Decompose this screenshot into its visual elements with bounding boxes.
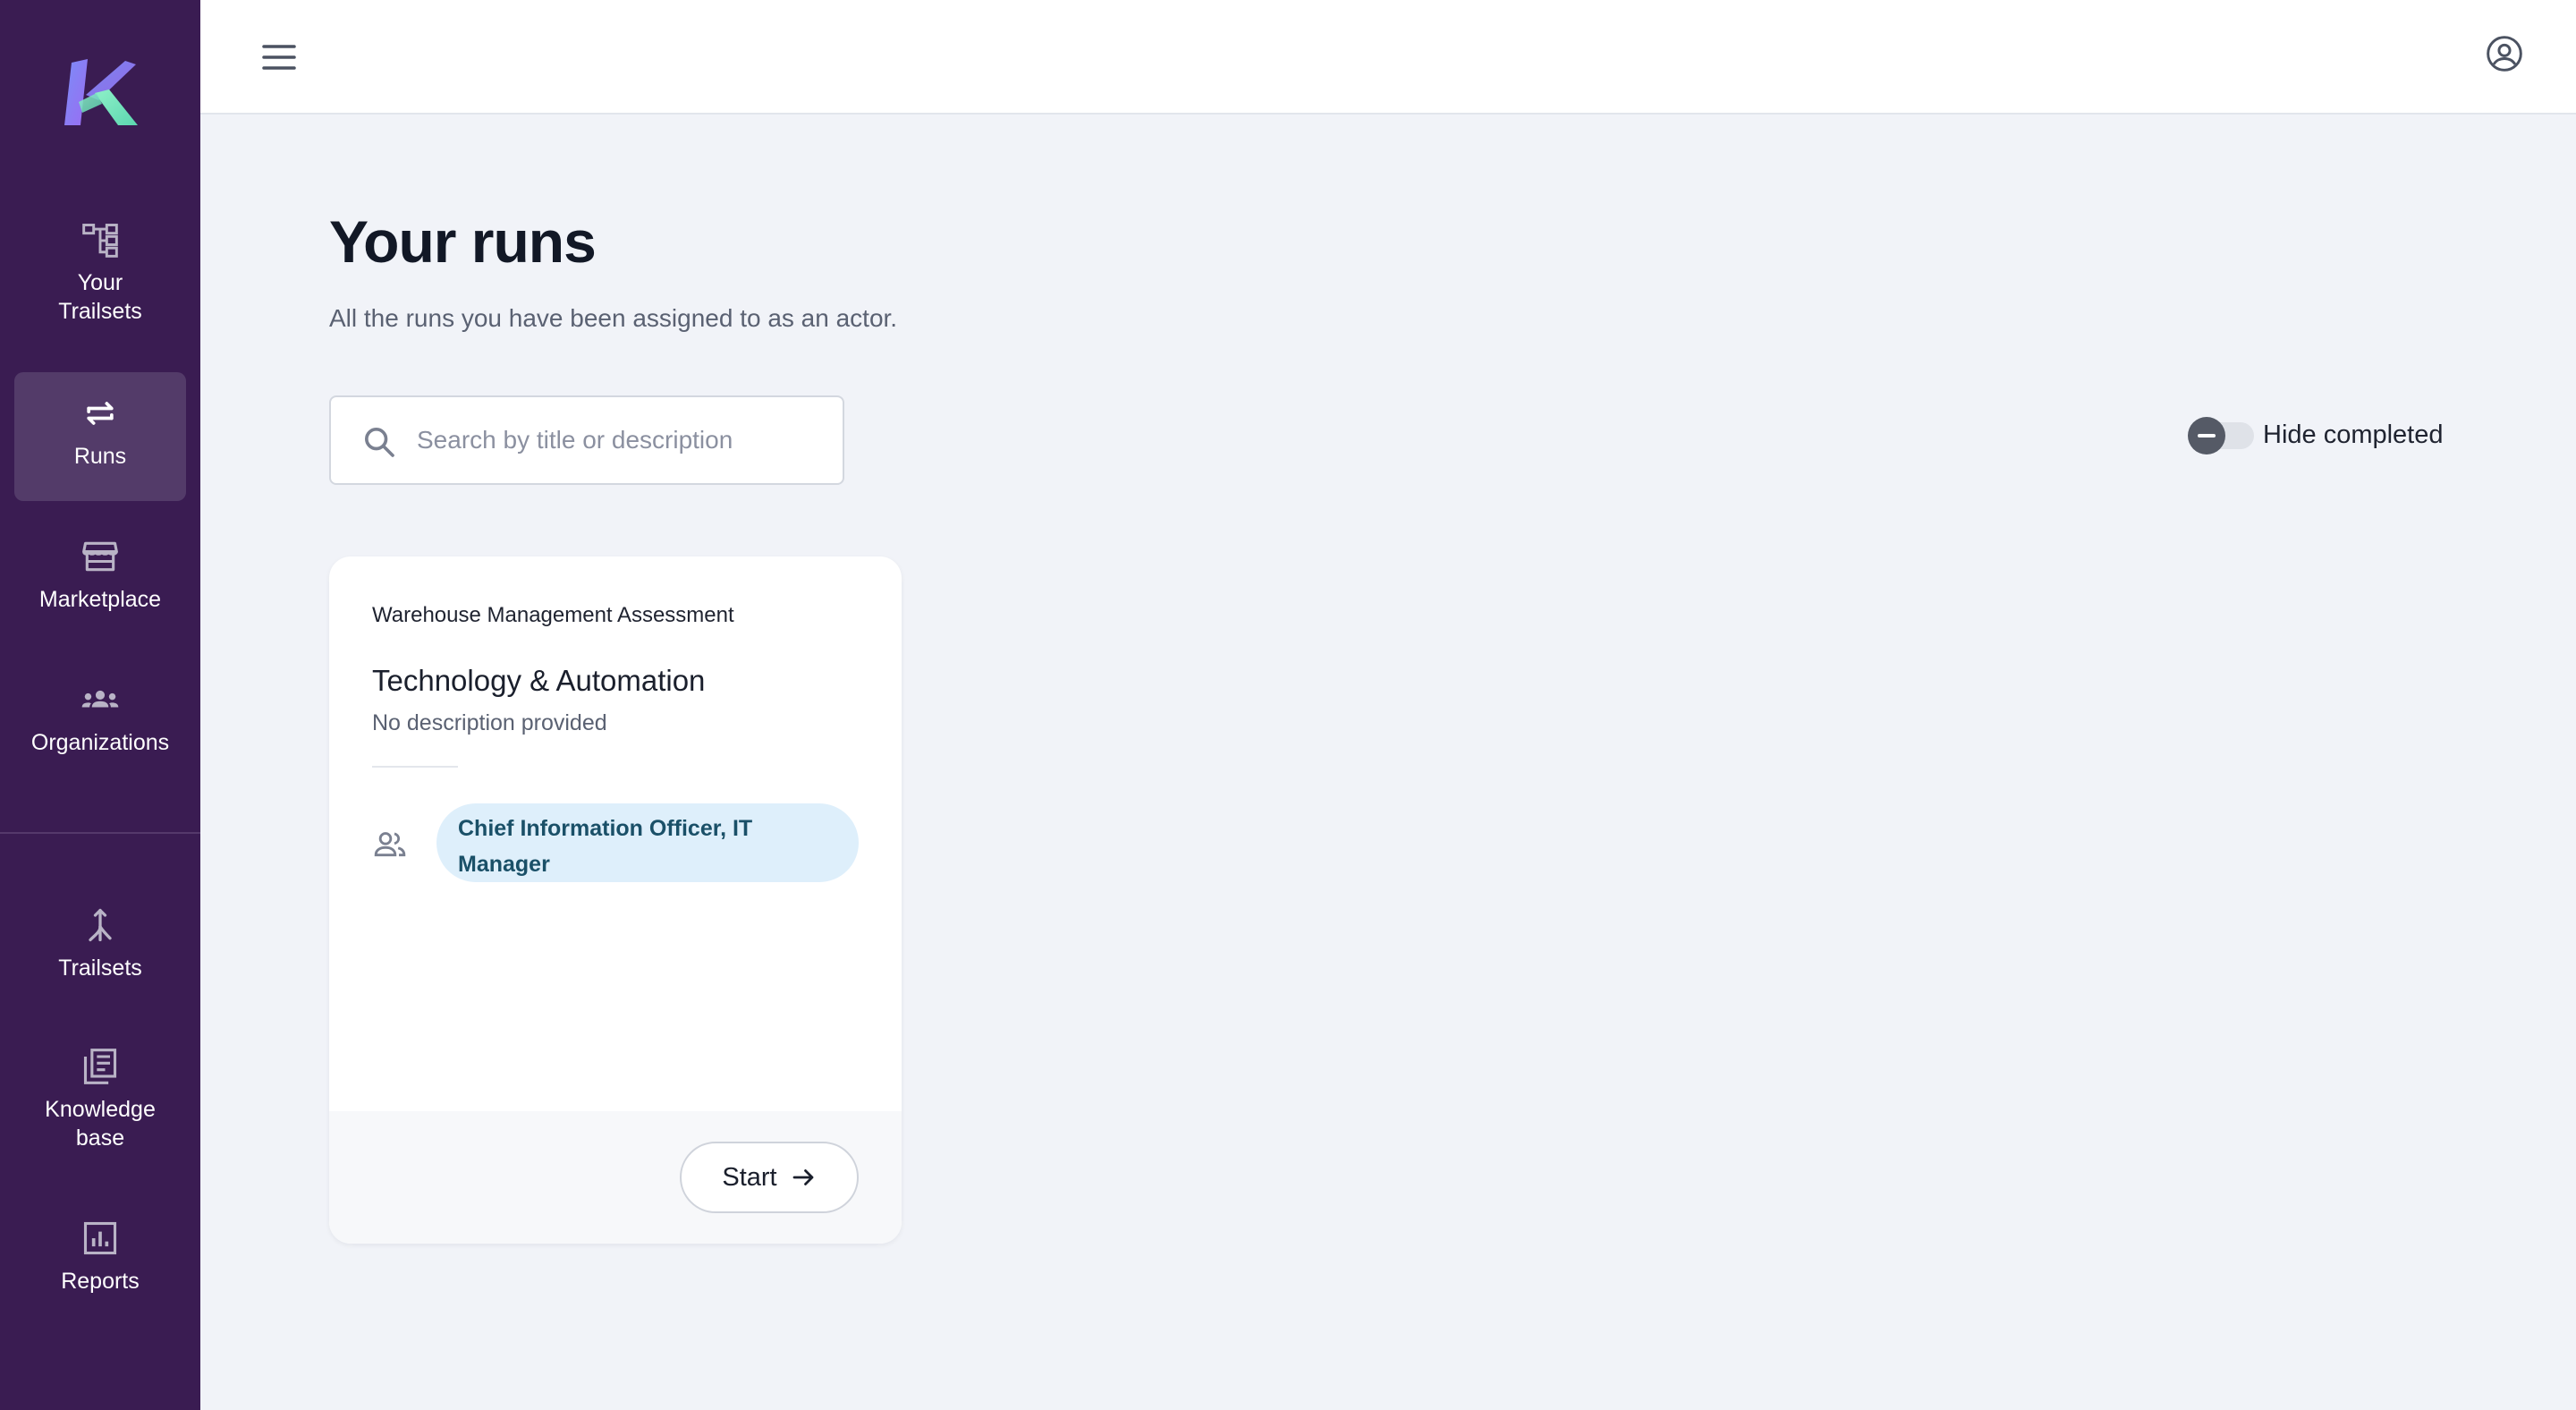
library-books-icon [80,1047,120,1086]
hide-completed-toggle[interactable]: Hide completed [2188,416,2444,454]
sidebar-item-label: Marketplace [38,587,162,612]
actor-chip: Chief Information Officer, IT Manager [436,803,859,882]
card-trailset-name: Warehouse Management Assessment [372,603,734,627]
hide-completed-label: Hide completed [2263,420,2444,449]
start-button-label: Start [722,1162,777,1192]
people-icon [372,827,408,862]
storefront-icon [80,537,120,576]
sidebar-item-marketplace[interactable]: Marketplace [14,537,186,635]
run-card: Warehouse Management Assessment Technolo… [329,556,902,1244]
card-description: No description provided [372,710,607,735]
sidebar-item-reports[interactable]: Reports [14,1219,186,1317]
card-title: Technology & Automation [372,664,706,697]
top-app-bar [200,0,2576,115]
sidebar-item-label: Reports [61,1269,140,1294]
sidebar-item-label: Runs [73,444,127,469]
arrow-right-icon [790,1164,817,1191]
merge-icon [80,905,120,945]
toggle-switch[interactable] [2188,416,2254,454]
sidebar-divider [0,832,200,834]
sidebar-item-label: Organizations [30,730,170,755]
sidebar-item-label: Knowledge base [45,1097,156,1151]
sidebar-item-runs[interactable]: Runs [14,372,186,501]
account-circle-icon[interactable] [2483,32,2526,75]
search-input[interactable] [417,397,828,483]
card-footer: Start [329,1111,902,1244]
page-title: Your runs [329,208,597,275]
sidebar: Your Trailsets Runs Marketplace Organiza… [0,0,200,1410]
sidebar-item-knowledge-base[interactable]: Knowledge base [14,1047,186,1181]
page-subtitle: All the runs you have been assigned to a… [329,304,898,332]
card-divider [372,766,458,768]
k-logo[interactable] [59,57,140,129]
repeat-arrows-icon [80,394,120,433]
bar-chart-icon [80,1219,120,1258]
toggle-knob [2188,416,2225,454]
groups-icon [80,680,120,719]
search-field[interactable] [329,395,844,485]
sidebar-item-label: Trailsets [58,956,142,981]
hierarchy-icon [80,220,120,259]
hamburger-menu-icon[interactable] [258,36,301,79]
sidebar-item-label: Your Trailsets [58,270,142,324]
sidebar-item-your-trailsets[interactable]: Your Trailsets [14,220,186,354]
start-button[interactable]: Start [680,1142,859,1213]
search-icon [361,424,397,460]
sidebar-item-organizations[interactable]: Organizations [14,680,186,778]
sidebar-item-trailsets[interactable]: Trailsets [14,905,186,1004]
